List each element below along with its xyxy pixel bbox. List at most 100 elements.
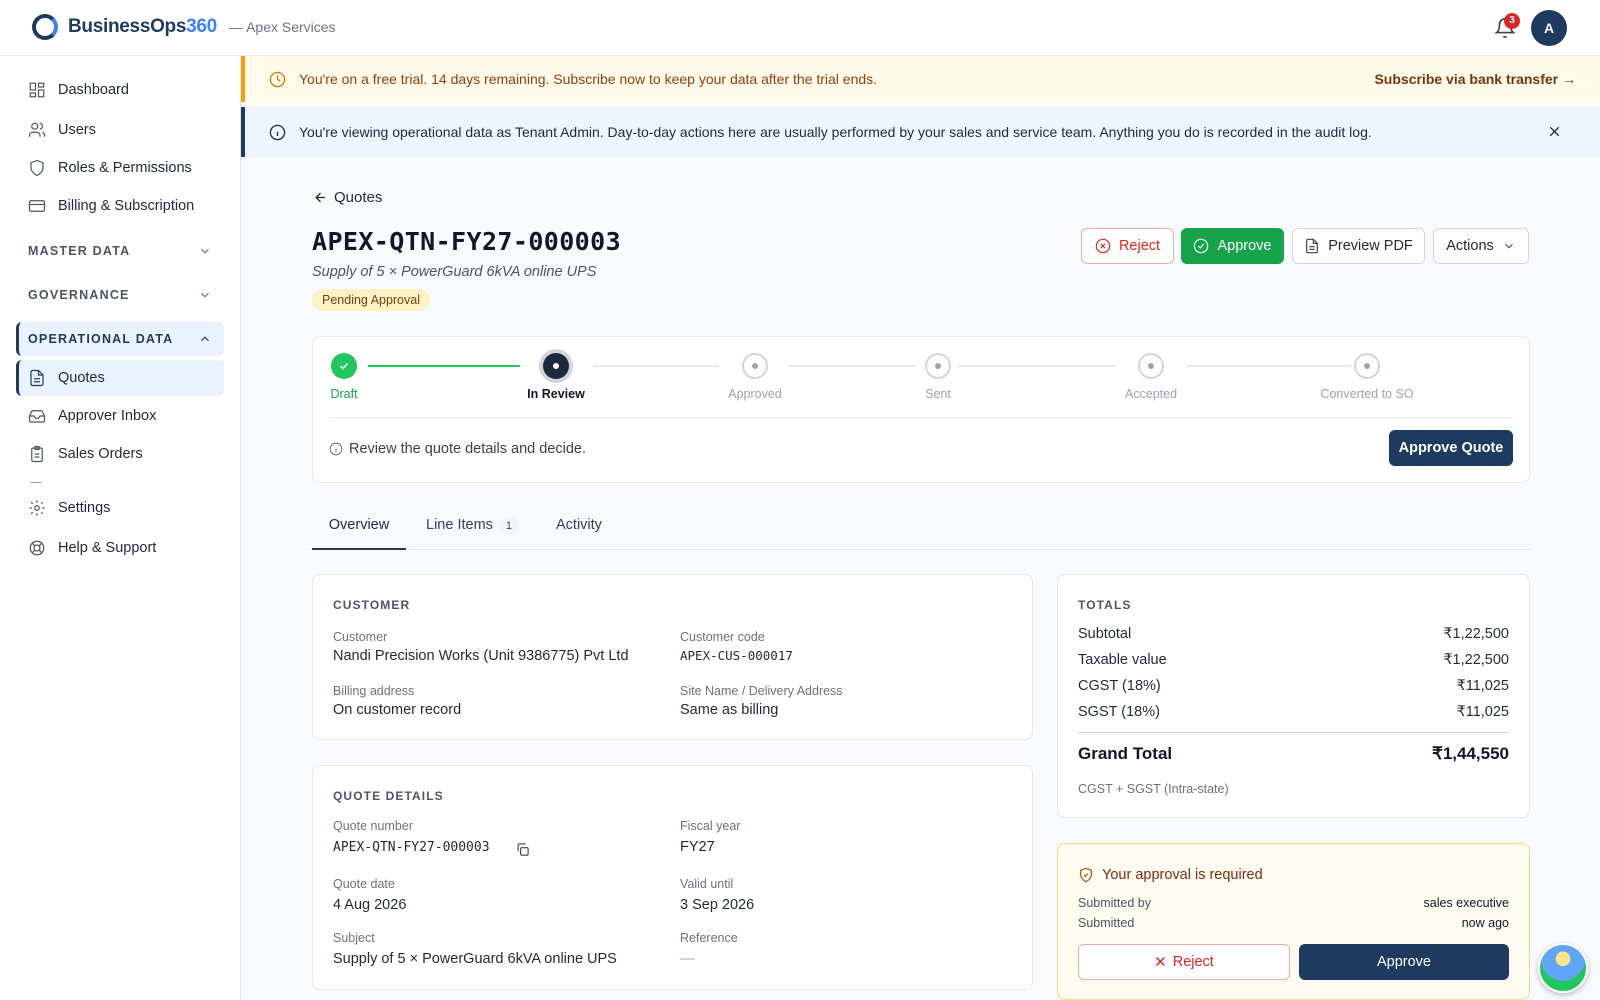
row-value: now ago <box>1461 916 1509 930</box>
sidebar-item-label: Sales Orders <box>58 446 143 462</box>
pending-step-dot <box>1138 353 1164 379</box>
approval-heading-text: Your approval is required <box>1102 867 1263 883</box>
approve-quote-button[interactable]: Approve Quote <box>1389 430 1513 466</box>
sidebar-item-label: Billing & Subscription <box>58 198 195 214</box>
trial-banner: You're on a free trial. 14 days remainin… <box>241 56 1600 102</box>
pending-step-dot <box>925 353 951 379</box>
workflow-stepper: Draft In Review Approved Sent Accepted C… <box>312 336 1530 483</box>
step-converted: Converted to SO <box>1312 353 1422 401</box>
valid-until-label: Valid until <box>680 877 734 891</box>
close-icon[interactable] <box>1546 123 1563 140</box>
section-label: OPERATIONAL DATA <box>28 332 174 346</box>
info-icon <box>329 442 343 456</box>
sgst-row: SGST (18%) ₹11,025 <box>1078 704 1509 720</box>
customer-value: Nandi Precision Works (Unit 9386775) Pvt… <box>333 648 629 664</box>
tab-activity[interactable]: Activity <box>556 517 602 550</box>
dashboard-icon <box>29 82 45 98</box>
sidebar-item-roles[interactable]: Roles & Permissions <box>16 150 224 186</box>
credit-card-icon <box>28 200 46 212</box>
row-label: Taxable value <box>1078 652 1167 668</box>
sidebar-item-label: Approver Inbox <box>58 408 157 424</box>
step-approved: Approved <box>720 353 790 401</box>
shield-check-icon <box>1080 867 1092 883</box>
pending-step-dot <box>742 353 768 379</box>
step-sent: Sent <box>918 353 958 401</box>
approval-reject-button[interactable]: ✕ Reject <box>1078 944 1290 980</box>
valid-until-value: 3 Sep 2026 <box>680 897 755 913</box>
preview-pdf-button[interactable]: Preview PDF <box>1292 228 1425 264</box>
brand-name: BusinessOps360 <box>68 16 217 37</box>
x-circle-icon <box>1095 238 1111 254</box>
step-connector <box>788 365 916 367</box>
sidebar-item-sales-orders[interactable]: Sales Orders <box>16 436 224 472</box>
approve-button[interactable]: Approve <box>1181 228 1284 264</box>
subject-value: Supply of 5 × PowerGuard 6kVA online UPS <box>333 951 617 967</box>
tab-line-items[interactable]: Line Items 1 <box>426 517 519 550</box>
totals-card: TOTALS Subtotal ₹1,22,500 Taxable value ₹1… <box>1057 574 1530 818</box>
step-label: Draft <box>330 387 358 401</box>
step-connector <box>958 365 1116 367</box>
sidebar-divider <box>30 482 42 483</box>
subscribe-link[interactable]: Subscribe via bank transfer → <box>1374 71 1576 87</box>
reference-value: — <box>680 951 695 967</box>
notification-badge: 3 <box>1504 13 1520 29</box>
customer-label: Customer <box>333 630 388 644</box>
taxable-row: Taxable value ₹1,22,500 <box>1078 652 1509 668</box>
sidebar-item-billing[interactable]: Billing & Subscription <box>16 188 224 224</box>
actions-dropdown[interactable]: Actions <box>1433 228 1529 264</box>
brand-logo[interactable]: BusinessOps360 — Apex Services <box>32 14 336 40</box>
tab-overview[interactable]: Overview <box>312 517 406 550</box>
step-label: Approved <box>728 387 782 401</box>
back-link[interactable]: Quotes <box>313 189 382 206</box>
site-address-label: Site Name / Delivery Address <box>680 684 843 698</box>
check-icon <box>331 353 357 379</box>
fiscal-year-value: FY27 <box>680 839 715 855</box>
step-connector <box>593 365 719 367</box>
sidebar-item-approver-inbox[interactable]: Approver Inbox <box>16 398 224 434</box>
sidebar-item-label: Help & Support <box>58 540 157 556</box>
tab-label: Activity <box>556 517 602 533</box>
pending-step-dot <box>1354 353 1380 379</box>
sidebar-item-quotes[interactable]: Quotes <box>16 360 224 396</box>
row-value: ₹1,44,550 <box>1432 744 1509 763</box>
sidebar: Dashboard Users Roles & Permissions Bill… <box>0 56 241 1000</box>
chevron-down-icon <box>201 292 209 298</box>
shield-icon <box>30 159 44 177</box>
row-value: sales executive <box>1423 896 1509 910</box>
quote-date-value: 4 Aug 2026 <box>333 897 407 913</box>
avatar[interactable]: A <box>1531 10 1567 46</box>
section-label: GOVERNANCE <box>28 288 130 302</box>
copy-icon[interactable] <box>515 842 530 857</box>
row-value: ₹1,22,500 <box>1443 652 1509 668</box>
sidebar-item-label: Dashboard <box>58 82 129 98</box>
reject-button[interactable]: Reject <box>1081 228 1174 264</box>
sidebar-section-master-data[interactable]: MASTER DATA <box>16 234 224 268</box>
clock-icon <box>269 71 286 87</box>
step-draft: Draft <box>329 353 359 401</box>
assistant-avatar-button[interactable] <box>1538 943 1588 993</box>
step-accepted: Accepted <box>1116 353 1186 401</box>
page-title: APEX-QTN-FY27-000003 <box>312 227 622 256</box>
customer-card: CUSTOMER Customer Nandi Precision Works … <box>312 574 1033 740</box>
clipboard-icon <box>31 445 43 463</box>
sidebar-item-help[interactable]: Help & Support <box>16 530 224 566</box>
submitted-row: Submitted now ago <box>1078 916 1509 930</box>
sidebar-item-label: Settings <box>58 500 111 516</box>
tab-bar: Overview Line Items 1 Activity <box>312 506 1530 550</box>
sidebar-section-operational-data[interactable]: OPERATIONAL DATA <box>16 322 224 356</box>
approval-heading: Your approval is required <box>1078 867 1263 883</box>
hint-text: Review the quote details and decide. <box>349 441 586 457</box>
approval-approve-button[interactable]: Approve <box>1299 944 1509 980</box>
submitted-by-row: Submitted by sales executive <box>1078 896 1509 910</box>
sidebar-item-label: Users <box>58 122 96 138</box>
stepper-hint: Review the quote details and decide. <box>329 441 586 457</box>
sidebar-section-governance[interactable]: GOVERNANCE <box>16 278 224 312</box>
arrow-left-icon <box>315 192 325 203</box>
sidebar-item-dashboard[interactable]: Dashboard <box>16 72 224 108</box>
info-banner: You're viewing operational data as Tenan… <box>241 107 1600 157</box>
button-label: Reject <box>1118 238 1161 254</box>
sidebar-item-users[interactable]: Users <box>16 112 224 148</box>
button-label: Reject <box>1172 954 1214 970</box>
sidebar-item-settings[interactable]: Settings <box>16 490 224 526</box>
subject-label: Subject <box>333 931 375 945</box>
